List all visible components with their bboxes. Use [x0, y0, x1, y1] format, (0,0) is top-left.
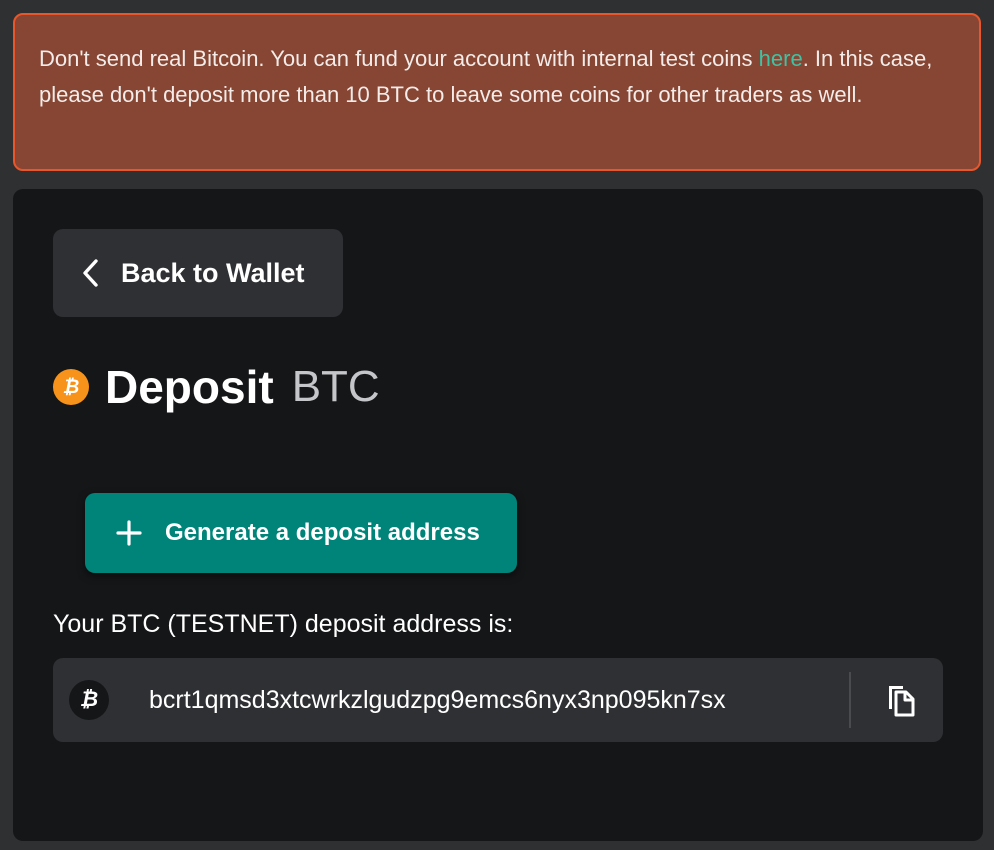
- test-coins-warning: Don't send real Bitcoin. You can fund yo…: [13, 13, 981, 171]
- divider: [849, 672, 851, 728]
- copy-icon[interactable]: [883, 682, 917, 718]
- svg-text:₿: ₿: [80, 688, 98, 711]
- back-to-wallet-button[interactable]: Back to Wallet: [53, 229, 343, 317]
- page-title-currency: BTC: [291, 362, 380, 411]
- page-title-main: Deposit: [105, 361, 274, 413]
- generate-deposit-address-button[interactable]: Generate a deposit address: [85, 493, 517, 573]
- plus-icon: [116, 520, 142, 546]
- bitcoin-icon: ₿: [69, 680, 109, 720]
- fund-here-link[interactable]: here: [759, 46, 803, 71]
- back-to-wallet-label: Back to Wallet: [121, 258, 305, 288]
- svg-text:₿: ₿: [63, 377, 80, 398]
- deposit-address-caption: Your BTC (TESTNET) deposit address is:: [53, 610, 514, 638]
- generate-deposit-address-label: Generate a deposit address: [165, 519, 480, 546]
- chevron-left-icon: [83, 259, 98, 287]
- deposit-panel: Back to Wallet ₿ Deposit BTC Generate a …: [13, 189, 983, 841]
- deposit-address-field: ₿ bcrt1qmsd3xtcwrkzlgudzpg9emcs6nyx3np09…: [53, 658, 943, 742]
- deposit-address-value: bcrt1qmsd3xtcwrkzlgudzpg9emcs6nyx3np095k…: [149, 686, 726, 714]
- bitcoin-icon: ₿: [53, 369, 89, 405]
- page-title: ₿ Deposit BTC: [53, 354, 380, 420]
- warning-text-before: Don't send real Bitcoin. You can fund yo…: [39, 46, 759, 71]
